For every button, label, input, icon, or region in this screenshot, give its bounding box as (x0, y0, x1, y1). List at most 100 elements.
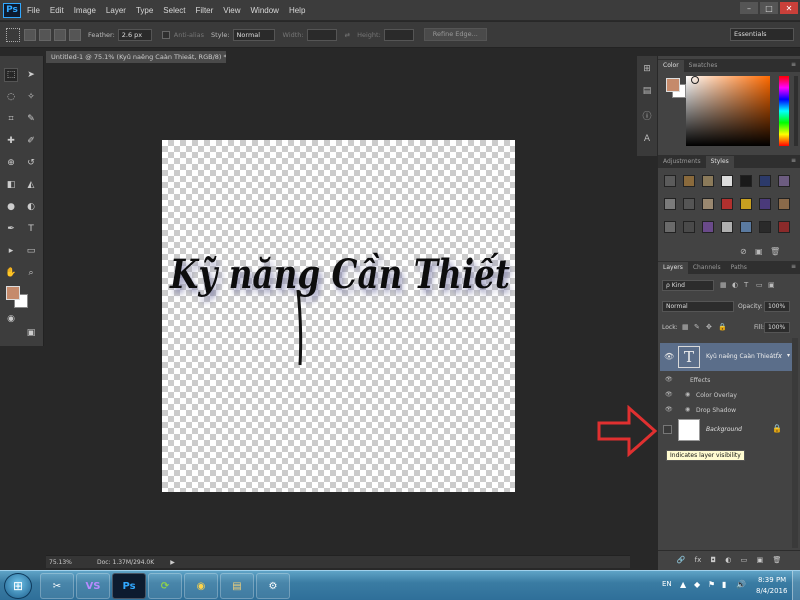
color-picker-ring[interactable] (691, 76, 699, 84)
style-swatch[interactable] (683, 221, 695, 233)
chevron-down-icon[interactable]: ▾ (787, 352, 790, 359)
effect-color-overlay[interactable]: Color Overlay (696, 392, 737, 399)
quick-mask-icon[interactable]: ◉ (4, 312, 18, 326)
move-tool-icon[interactable]: ➤ (24, 68, 38, 82)
eyedropper-tool-icon[interactable]: ✎ (24, 112, 38, 126)
menu-edit[interactable]: Edit (50, 6, 64, 15)
style-swatch[interactable] (664, 198, 676, 210)
style-swatch[interactable] (778, 175, 790, 187)
style-swatch[interactable] (721, 198, 733, 210)
style-swatch[interactable] (721, 175, 733, 187)
clock-date[interactable]: 8/4/2016 (756, 587, 787, 595)
tab-paths[interactable]: Paths (726, 262, 752, 274)
filter-pixel-icon[interactable]: ▦ (720, 281, 727, 289)
magic-wand-tool-icon[interactable]: ✧ (24, 90, 38, 104)
filter-smart-object-icon[interactable]: ▣ (768, 281, 775, 289)
eye-icon[interactable]: 👁 (664, 352, 674, 361)
intersect-selection-icon[interactable] (69, 28, 81, 41)
screen-mode-icon[interactable]: ▣ (24, 326, 38, 340)
foreground-color-swatch[interactable] (6, 286, 20, 300)
color-overlay-visibility-icon[interactable]: ◉ (685, 391, 690, 398)
tab-styles[interactable]: Styles (705, 156, 734, 168)
lock-all-icon[interactable]: 🔒 (718, 323, 727, 331)
lock-transparent-icon[interactable]: ▦ (682, 323, 689, 331)
clock-time[interactable]: 8:39 PM (758, 576, 786, 584)
menu-window[interactable]: Window (251, 6, 279, 15)
marquee-tool-icon[interactable]: ⬚ (4, 68, 18, 82)
crop-tool-icon[interactable]: ⌗ (4, 112, 18, 126)
taskbar-photoshop-icon[interactable]: Ps (112, 573, 146, 599)
minimize-button[interactable]: – (740, 2, 758, 14)
delete-style-icon[interactable]: 🗑 (770, 247, 780, 256)
height-input[interactable] (383, 28, 414, 41)
style-swatch[interactable] (759, 221, 771, 233)
lasso-tool-icon[interactable]: ◌ (4, 90, 18, 104)
maximize-button[interactable]: □ (760, 2, 778, 14)
workspace-select[interactable]: Essentials (730, 28, 794, 41)
paint-bucket-tool-icon[interactable]: ◭ (24, 178, 38, 192)
color-overlay-eye-icon[interactable]: 👁 (665, 391, 673, 398)
new-group-icon[interactable]: ▭ (741, 556, 748, 564)
style-swatch[interactable] (740, 221, 752, 233)
style-swatch[interactable] (721, 221, 733, 233)
width-input[interactable] (306, 28, 337, 41)
filter-adjustment-icon[interactable]: ◐ (732, 281, 738, 289)
layers-panel-menu-icon[interactable]: ≡ (791, 263, 796, 270)
volume-icon[interactable]: 🔊 (736, 580, 746, 589)
lock-position-icon[interactable]: ✥ (706, 323, 712, 331)
new-layer-icon[interactable]: ▣ (757, 556, 764, 564)
type-tool-icon[interactable]: T (24, 222, 38, 236)
style-swatch[interactable] (740, 175, 752, 187)
taskbar-cococ-icon[interactable]: ⟳ (148, 573, 182, 599)
start-button-icon[interactable]: ⊞ (4, 573, 32, 599)
tab-swatches[interactable]: Swatches (684, 60, 723, 72)
effect-drop-shadow[interactable]: Drop Shadow (696, 407, 736, 414)
language-indicator[interactable]: EN (662, 580, 672, 588)
hand-tool-icon[interactable]: ✋ (4, 266, 18, 280)
refine-edge-button[interactable]: Refine Edge... (423, 28, 487, 41)
tray-expand-icon[interactable]: ▲ (680, 580, 686, 589)
style-swatch[interactable] (664, 175, 676, 187)
zoom-level[interactable]: 75.13% (49, 559, 89, 566)
new-selection-icon[interactable] (24, 28, 36, 41)
menu-image[interactable]: Image (74, 6, 96, 15)
tab-color[interactable]: Color (658, 60, 684, 72)
style-swatch[interactable] (664, 221, 676, 233)
feather-input[interactable]: 2.6 px (117, 28, 152, 41)
info-panel-icon[interactable]: ⓘ (640, 108, 654, 122)
style-select[interactable]: Normal (232, 28, 275, 41)
filter-type-icon[interactable]: T (744, 281, 748, 289)
tab-adjustments[interactable]: Adjustments (658, 156, 706, 168)
character-panel-icon[interactable]: A (640, 132, 654, 146)
style-swatch[interactable] (702, 175, 714, 187)
link-layers-icon[interactable]: 🔗 (677, 556, 686, 564)
network-icon[interactable]: ▮ (722, 580, 726, 589)
flag-icon[interactable]: ⚑ (708, 580, 715, 589)
menu-select[interactable]: Select (163, 6, 185, 15)
drop-shadow-visibility-icon[interactable]: ◉ (685, 406, 690, 413)
adjustment-layer-icon[interactable]: ◐ (725, 556, 731, 564)
swap-icon[interactable]: ⇄ (345, 31, 350, 39)
menu-layer[interactable]: Layer (106, 6, 126, 15)
taskbar-settings-icon[interactable]: ⚙ (256, 573, 290, 599)
tab-channels[interactable]: Channels (688, 262, 726, 274)
blend-mode-select[interactable]: Normal (662, 301, 734, 312)
menu-view[interactable]: View (223, 6, 240, 15)
taskbar-chrome-icon[interactable]: ◉ (184, 573, 218, 599)
drop-shadow-eye-icon[interactable]: 👁 (665, 406, 673, 413)
history-panel-icon[interactable]: ⊞ (640, 62, 654, 76)
tray-app-icon[interactable]: ◆ (694, 580, 700, 589)
lock-image-icon[interactable]: ✎ (694, 323, 700, 331)
hue-slider[interactable] (779, 76, 789, 146)
marquee-preset-icon[interactable] (6, 27, 20, 42)
style-swatch[interactable] (759, 198, 771, 210)
opacity-input[interactable]: 100% (764, 301, 790, 312)
path-selection-tool-icon[interactable]: ▸ (4, 244, 18, 258)
layer-row-background[interactable]: Background 🔒 (660, 416, 792, 444)
blur-tool-icon[interactable]: ● (4, 200, 18, 214)
style-swatch[interactable] (759, 175, 771, 187)
filter-shape-icon[interactable]: ▭ (756, 281, 763, 289)
taskbar-explorer-icon[interactable]: ▤ (220, 573, 254, 599)
style-swatch[interactable] (778, 221, 790, 233)
fill-input[interactable]: 100% (764, 322, 790, 333)
